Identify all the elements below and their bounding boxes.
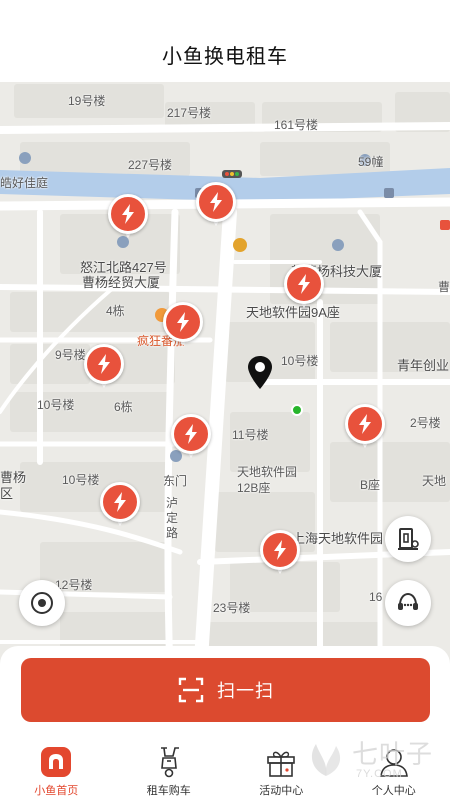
map-label: 泸定路: [166, 496, 179, 540]
map-label: 11号楼: [232, 428, 269, 442]
lightning-icon: [210, 192, 222, 212]
map-label: 217号楼: [167, 106, 212, 120]
charging-station-marker[interactable]: [108, 194, 148, 242]
map-label: 东门: [163, 474, 188, 488]
map-label: 16: [369, 590, 383, 604]
app-header: 小鱼换电租车: [0, 0, 450, 82]
charging-station-marker[interactable]: [196, 182, 236, 230]
tab-label: 个人中心: [371, 785, 416, 797]
locate-me-button[interactable]: [19, 580, 65, 626]
map-label: 2号楼: [410, 416, 441, 430]
charging-station-marker[interactable]: [163, 302, 203, 350]
headset-icon: [398, 592, 418, 610]
map-label: 曹杨经贸大厦: [82, 275, 161, 290]
map-label: 10号楼: [37, 398, 75, 412]
building-icon: [398, 528, 419, 550]
tab-label: 小鱼首页: [34, 785, 79, 797]
map-label: 9号楼: [55, 348, 86, 362]
map-label: 23号楼: [213, 601, 251, 615]
lightning-icon: [359, 414, 371, 434]
scan-button[interactable]: 扫一扫: [21, 658, 430, 722]
map-label: 青年创业: [397, 358, 450, 373]
charging-station-marker[interactable]: [171, 414, 211, 462]
scan-button-label: 扫一扫: [217, 681, 274, 701]
bottom-tab-bar: 小鱼首页 租车购车 活动中心 个人中心: [0, 742, 450, 800]
current-location-dot: [291, 404, 303, 416]
map-label: 10号楼: [281, 354, 319, 368]
tab-activities[interactable]: 活动中心: [225, 742, 338, 800]
charging-station-marker[interactable]: [260, 530, 300, 578]
map-label: 曹: [438, 280, 450, 294]
tab-home[interactable]: 小鱼首页: [0, 742, 113, 800]
map-label: 19号楼: [68, 94, 106, 108]
target-icon: [31, 592, 53, 614]
map-label: 天地软件园12B座: [237, 465, 298, 495]
lightning-icon: [298, 274, 310, 294]
gift-icon: [267, 751, 296, 777]
charging-station-marker[interactable]: [284, 264, 324, 312]
map-label: 161号楼: [274, 118, 319, 132]
map-label: 天地: [422, 474, 447, 488]
lightning-icon: [98, 354, 110, 374]
charging-station-marker[interactable]: [84, 344, 124, 392]
map-label: 曹杨区: [0, 470, 27, 501]
person-icon: [379, 749, 408, 777]
tab-label: 租车购车: [146, 785, 191, 797]
charging-station-marker[interactable]: [345, 404, 385, 452]
station-list-button[interactable]: [385, 516, 431, 562]
map-label: B座: [360, 478, 381, 492]
lightning-icon: [114, 492, 126, 512]
scan-icon: [178, 677, 204, 703]
tab-rent-buy[interactable]: 租车购车: [113, 742, 226, 800]
scooter-icon: [160, 747, 179, 778]
map-label: 上海天地软件园: [292, 531, 384, 546]
page-title: 小鱼换电租车: [162, 46, 288, 68]
lightning-icon: [177, 312, 189, 332]
charging-station-marker[interactable]: [100, 482, 140, 530]
map-label: 10号楼: [62, 473, 100, 487]
map-label: 6栋: [114, 400, 133, 414]
home-icon: [41, 747, 72, 777]
map-label: 4栋: [106, 304, 125, 318]
tab-label: 活动中心: [259, 785, 304, 797]
map-label: 59幢: [358, 155, 384, 169]
tab-profile[interactable]: 个人中心: [338, 742, 450, 800]
lightning-icon: [122, 204, 134, 224]
location-pin-icon: [248, 356, 272, 389]
lightning-icon: [274, 540, 286, 560]
map-label: 227号楼: [128, 158, 173, 172]
map-view[interactable]: 19号楼 217号楼 161号楼 227号楼 59幢 皓好佳庭 怒江北路427号…: [0, 82, 450, 675]
map-label: 皓好佳庭: [0, 176, 49, 190]
lightning-icon: [185, 424, 197, 444]
customer-service-button[interactable]: [385, 580, 431, 626]
